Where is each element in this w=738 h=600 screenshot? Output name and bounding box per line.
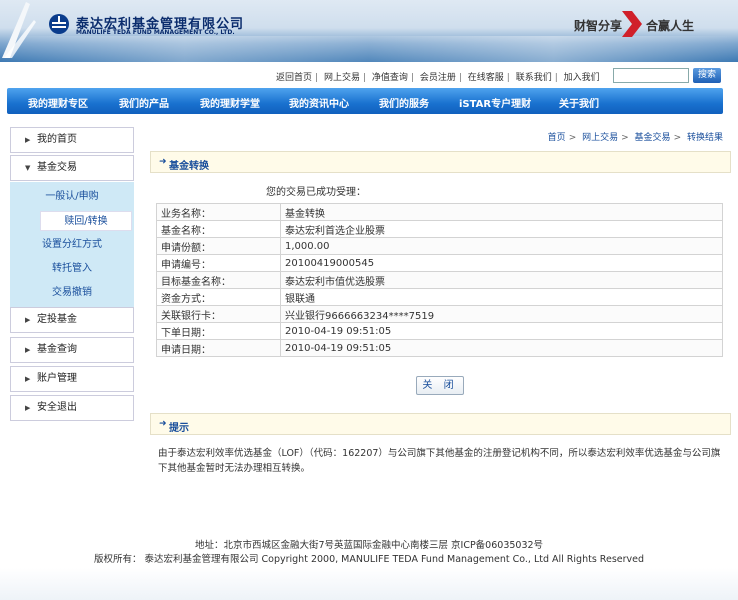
nav-item-istar[interactable]: iSTAR专户理财 [459, 95, 531, 110]
detail-value: 20100419000545 [280, 254, 723, 272]
breadcrumb-fund-trade[interactable]: 基金交易 [635, 133, 671, 143]
section-title: 基金转换 [169, 161, 209, 172]
tips-text: 由于泰达宏利效率优选基金（LOF）（代码：162207）与公司旗下其他基金的注册… [158, 448, 721, 474]
company-name-en: MANULIFE TEDA FUND MANAGEMENT CO., LTD. [76, 29, 235, 36]
sidebar-item-label: 安全退出 [37, 402, 77, 413]
detail-value: 银联通 [280, 288, 723, 306]
table-row: 下单日期： 2010-04-19 09:51:05 [156, 322, 723, 340]
table-row: 基金名称： 泰达宏利首选企业股票 [156, 220, 723, 238]
detail-value: 基金转换 [280, 203, 723, 221]
sidebar-sub-dividend[interactable]: 设置分红方式 [10, 235, 134, 255]
breadcrumb: 首页 > 网上交易 > 基金交易 > 转换结果 [547, 133, 723, 143]
detail-label: 关联银行卡： [156, 305, 281, 323]
arrow-right-icon: ➜ [159, 157, 167, 167]
sidebar-item-account[interactable]: ▶ 账户管理 [10, 366, 134, 392]
sidebar-sub-redeem-convert[interactable]: 赎回/转换 [40, 211, 132, 231]
top-link-online-trade[interactable]: 网上交易 [324, 73, 360, 83]
header-wave [0, 36, 738, 62]
table-row: 申请份额： 1,000.00 [156, 237, 723, 255]
sidebar-sub-transfer-in[interactable]: 转托管入 [10, 259, 134, 279]
sidebar-sub-subscribe[interactable]: 一般认/申购 [10, 187, 134, 207]
table-row: 申请编号： 20100419000545 [156, 254, 723, 272]
table-row: 申请日期： 2010-04-19 09:51:05 [156, 339, 723, 357]
chevron-right-icon [622, 11, 642, 37]
detail-label: 目标基金名称： [156, 271, 281, 289]
nav-item-info-center[interactable]: 我的资讯中心 [289, 95, 349, 110]
slogan-right: 合赢人生 [646, 19, 695, 33]
nav-item-my-finance[interactable]: 我的理财专区 [28, 95, 88, 110]
detail-label: 下单日期： [156, 322, 281, 340]
triangle-right-icon: ▶ [25, 346, 31, 354]
table-row: 资金方式： 银联通 [156, 288, 723, 306]
site-header: 泰达宏利基金管理有限公司 MANULIFE TEDA FUND MANAGEME… [0, 0, 738, 62]
sidebar-submenu: 一般认/申购 赎回/转换 设置分红方式 转托管入 交易撤销 [10, 182, 134, 307]
top-link-nav-query[interactable]: 净值查询 [372, 73, 408, 83]
table-row: 关联银行卡： 兴业银行9666663234****7519 [156, 305, 723, 323]
triangle-right-icon: ▶ [25, 404, 31, 412]
table-row: 业务名称： 基金转换 [156, 203, 723, 221]
top-link-home[interactable]: 返回首页 [276, 73, 312, 83]
sidebar-item-fund-query[interactable]: ▶ 基金查询 [10, 337, 134, 363]
sailboat-icon [2, 2, 36, 58]
detail-label: 申请份额： [156, 237, 281, 255]
close-button[interactable]: 关 闭 [416, 376, 464, 395]
arrow-right-icon: ➜ [159, 419, 167, 429]
slogan-left: 财智分享 [574, 19, 623, 33]
main-nav: 我的理财专区 我们的产品 我的理财学堂 我的资讯中心 我们的服务 iSTAR专户… [7, 88, 723, 114]
triangle-right-icon: ▶ [25, 136, 31, 144]
sidebar-sub-cancel[interactable]: 交易撤销 [10, 283, 134, 303]
top-link-contact[interactable]: 联系我们 [516, 73, 552, 83]
tips-title: 提示 [169, 423, 189, 434]
triangle-right-icon: ▶ [25, 316, 31, 324]
search-input[interactable] [613, 68, 689, 83]
sidebar-item-my-home[interactable]: ▶ 我的首页 [10, 127, 134, 153]
footer-copyright: 版权所有： 泰达宏利基金管理有限公司 Copyright 2000, MANUL… [93, 554, 645, 565]
detail-value: 2010-04-19 09:51:05 [280, 339, 723, 357]
detail-label: 资金方式： [156, 288, 281, 306]
nav-item-academy[interactable]: 我的理财学堂 [200, 95, 260, 110]
sidebar-item-label: 我的首页 [37, 134, 77, 145]
detail-value: 泰达宏利市值优选股票 [280, 271, 723, 289]
detail-value: 泰达宏利首选企业股票 [280, 220, 723, 238]
top-links: 返回首页 | 网上交易 | 净值查询 | 会员注册 | 在线客服 | 联系我们 | 加入我们 [276, 73, 600, 83]
section-header-convert: ➜ 基金转换 [150, 151, 731, 173]
detail-label: 申请日期： [156, 339, 281, 357]
top-link-register[interactable]: 会员注册 [420, 73, 456, 83]
detail-label: 申请编号： [156, 254, 281, 272]
company-logo-icon [49, 14, 69, 34]
nav-item-services[interactable]: 我们的服务 [379, 95, 429, 110]
sidebar-item-fund-trade[interactable]: ▼ 基金交易 [10, 155, 134, 181]
section-header-tips: ➜ 提示 [150, 413, 731, 435]
sidebar-item-label: 定投基金 [37, 314, 77, 325]
triangle-right-icon: ▶ [25, 375, 31, 383]
breadcrumb-current: 转换结果 [686, 133, 723, 143]
detail-value: 1,000.00 [280, 237, 723, 255]
detail-label: 业务名称： [156, 203, 281, 221]
transaction-details-table: 业务名称： 基金转换 基金名称： 泰达宏利首选企业股票 申请份额： 1,000.00 … [156, 203, 723, 357]
detail-value: 兴业银行9666663234****7519 [280, 305, 723, 323]
detail-label: 基金名称： [156, 220, 281, 238]
success-message: 您的交易已成功受理： [266, 187, 366, 198]
sidebar-item-label: 基金交易 [37, 162, 77, 173]
search-button[interactable]: 搜索 [693, 68, 721, 83]
top-link-online-service[interactable]: 在线客服 [468, 73, 504, 83]
breadcrumb-home[interactable]: 首页 [548, 133, 566, 143]
nav-item-about[interactable]: 关于我们 [559, 95, 599, 110]
sidebar-item-label: 基金查询 [37, 344, 77, 355]
top-link-join[interactable]: 加入我们 [564, 73, 600, 83]
nav-item-products[interactable]: 我们的产品 [119, 95, 169, 110]
breadcrumb-online-trade[interactable]: 网上交易 [582, 133, 618, 143]
sidebar-item-label: 账户管理 [37, 373, 77, 384]
detail-value: 2010-04-19 09:51:05 [280, 322, 723, 340]
triangle-down-icon: ▼ [25, 164, 31, 172]
sidebar-item-auto-invest[interactable]: ▶ 定投基金 [10, 307, 134, 333]
footer-address: 地址：北京市西城区金融大街7号英蓝国际金融中心南楼三层 京ICP备0603503… [194, 540, 544, 551]
sidebar-item-logout[interactable]: ▶ 安全退出 [10, 395, 134, 421]
table-row: 目标基金名称： 泰达宏利市值优选股票 [156, 271, 723, 289]
footer-band [0, 568, 738, 600]
